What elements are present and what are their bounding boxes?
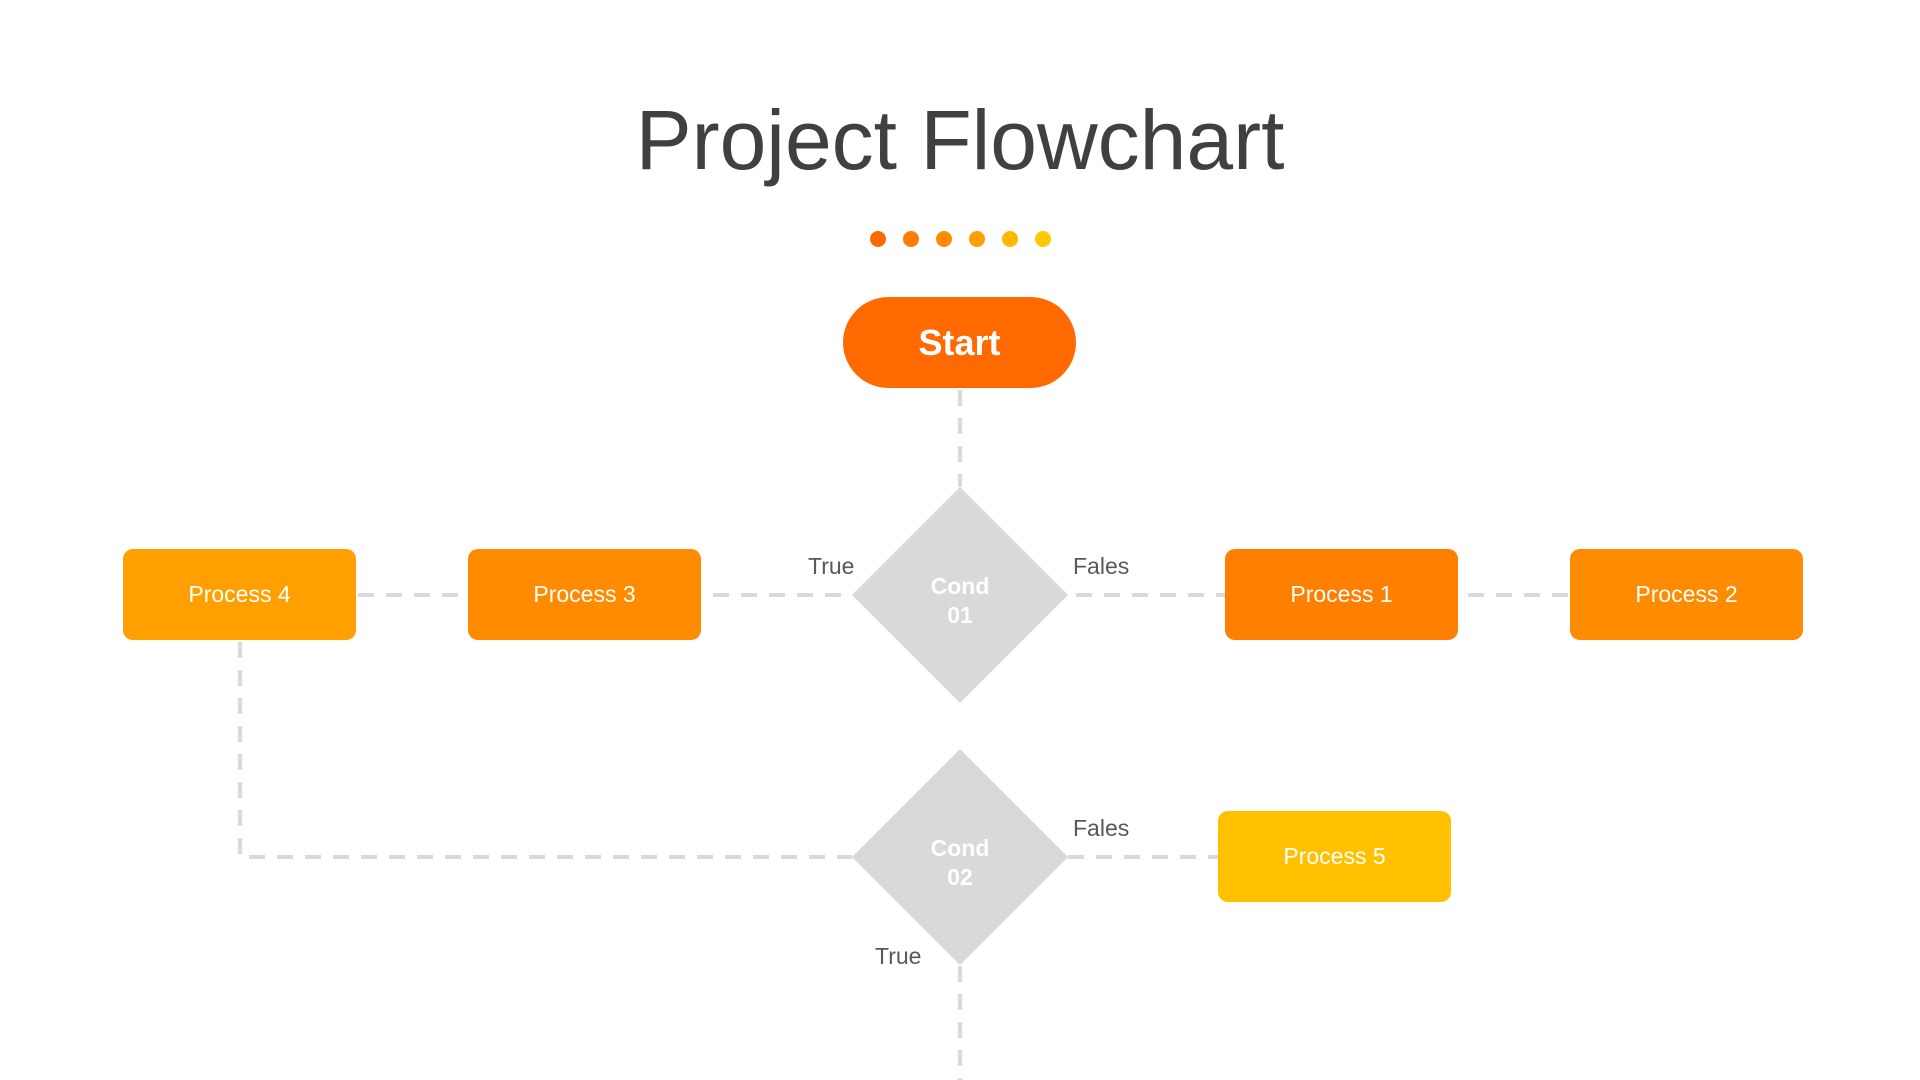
process-2-node[interactable]: Process 2 <box>1570 549 1803 640</box>
condition-02-label-line1: Cond <box>930 835 990 861</box>
process-4-label: Process 4 <box>188 581 291 607</box>
condition-01-label-line2: 01 <box>947 602 973 628</box>
condition-02-label-line2: 02 <box>947 864 973 890</box>
process-4-node[interactable]: Process 4 <box>123 549 356 640</box>
cond01-false-label: Fales <box>1073 553 1130 579</box>
condition-01-node[interactable]: Cond 01 <box>852 487 1068 703</box>
start-label: Start <box>918 321 1001 363</box>
connector-process4-cond02 <box>238 642 852 859</box>
process-5-node[interactable]: Process 5 <box>1218 811 1451 902</box>
process-3-node[interactable]: Process 3 <box>468 549 701 640</box>
condition-01-label-line1: Cond <box>930 573 990 599</box>
cond02-true-label: True <box>875 943 922 969</box>
cond02-false-label: Fales <box>1073 815 1130 841</box>
cond01-true-label: True <box>808 553 855 579</box>
process-2-label: Process 2 <box>1635 581 1738 607</box>
process-3-label: Process 3 <box>533 581 636 607</box>
process-5-label: Process 5 <box>1283 843 1386 869</box>
condition-02-node[interactable]: Cond 02 <box>852 749 1068 965</box>
process-1-node[interactable]: Process 1 <box>1225 549 1458 640</box>
process-1-label: Process 1 <box>1290 581 1393 607</box>
start-node[interactable]: Start <box>843 297 1076 388</box>
